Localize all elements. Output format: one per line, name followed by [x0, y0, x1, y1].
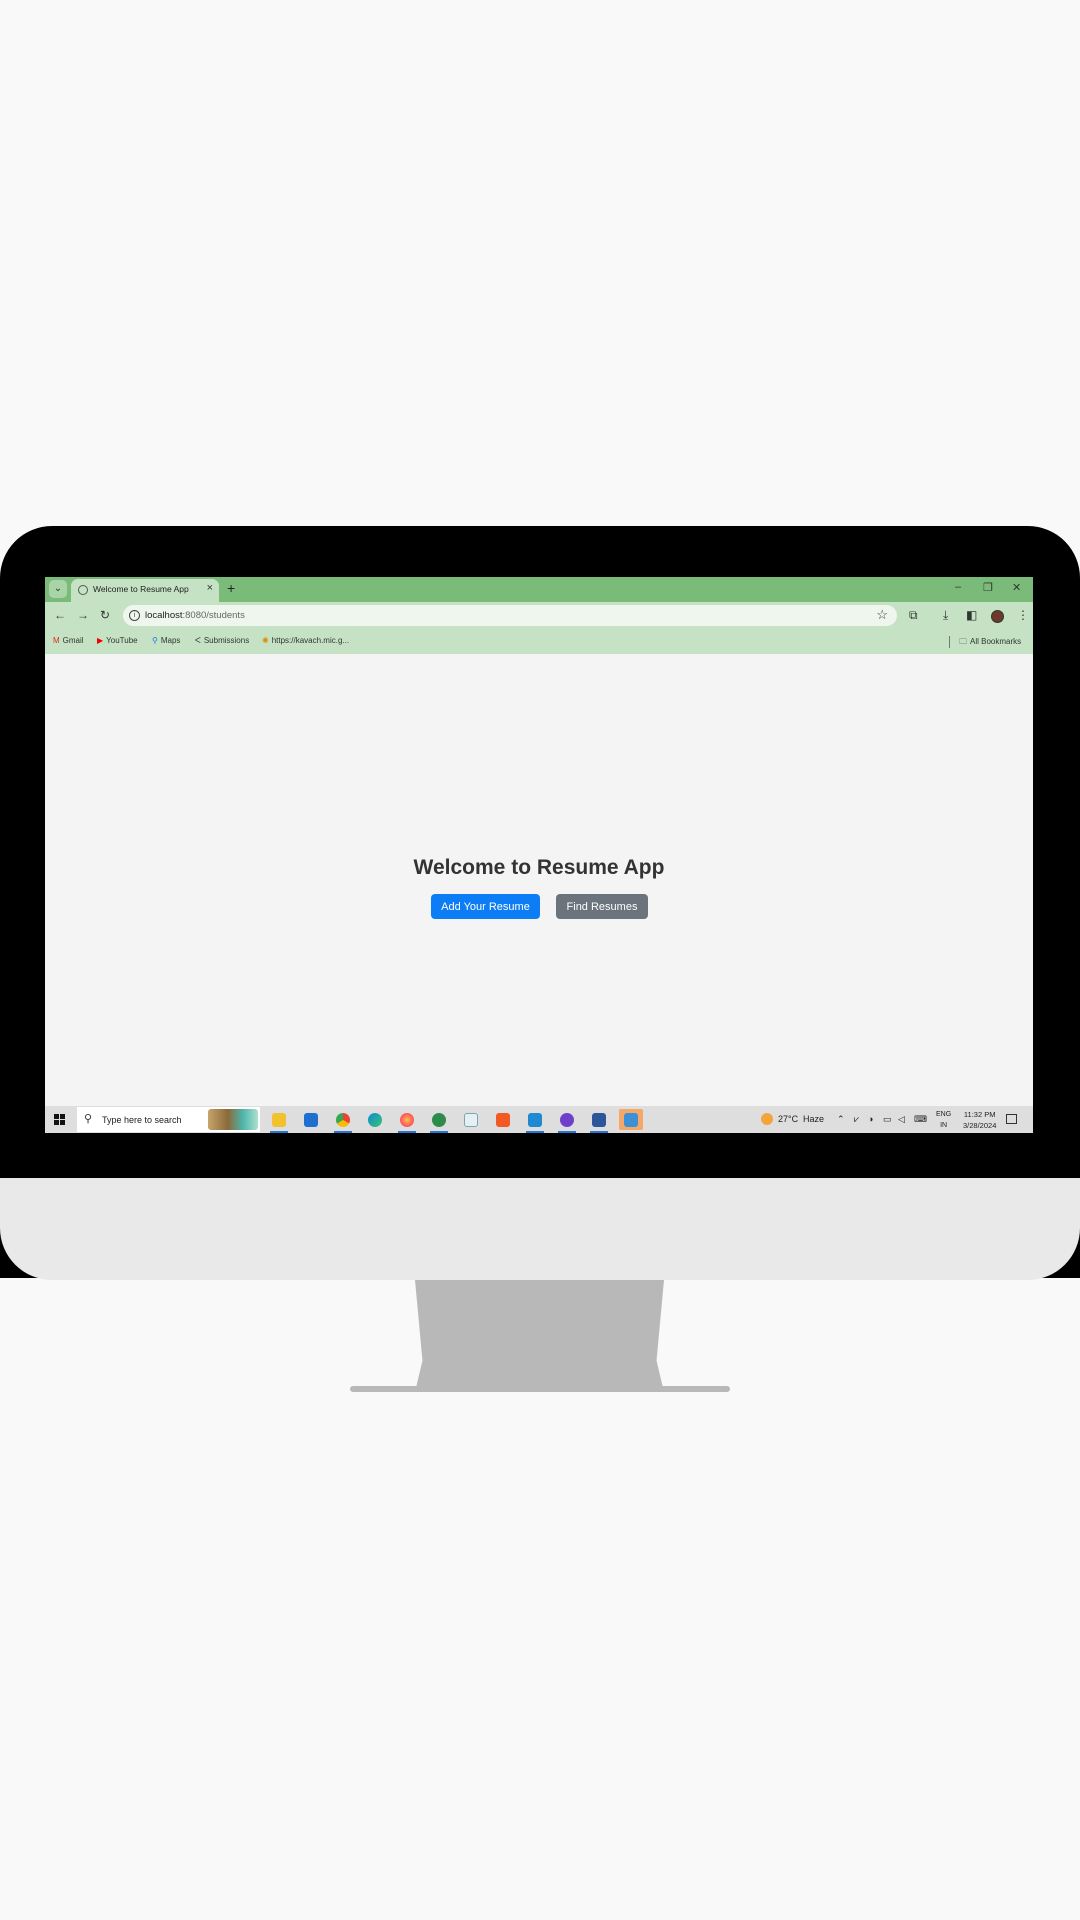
- windows-start-icon[interactable]: [54, 1114, 65, 1125]
- language-indicator[interactable]: ENG IN: [936, 1109, 951, 1131]
- restore-icon[interactable]: ❐: [983, 581, 993, 594]
- network-icon[interactable]: ⩗: [854, 1114, 859, 1125]
- lang-region: IN: [940, 1122, 948, 1129]
- bookmark-gmail[interactable]: M Gmail: [53, 636, 84, 645]
- search-icon: ⚲: [84, 1113, 93, 1125]
- clock[interactable]: 11:32 PM 3/28/2024: [963, 1109, 996, 1131]
- whatsapp-icon[interactable]: [427, 1109, 451, 1133]
- bookmark-label: YouTube: [106, 636, 138, 645]
- page-content: Welcome to Resume App Add Your Resume Fi…: [45, 654, 1033, 1106]
- lang-code: ENG: [936, 1111, 952, 1118]
- mail-icon[interactable]: [299, 1109, 323, 1130]
- address-bar[interactable]: i localhost:8080/students ☆: [123, 605, 897, 626]
- github-desktop-icon[interactable]: [555, 1109, 579, 1133]
- clock-time: 11:32 PM: [963, 1110, 996, 1119]
- weather-icon[interactable]: [761, 1113, 773, 1125]
- url-path: :8080/students: [182, 610, 245, 621]
- gmail-icon: M: [53, 636, 60, 645]
- new-tab-icon[interactable]: +: [227, 580, 235, 596]
- firefox-icon[interactable]: [395, 1109, 419, 1133]
- bookmark-kavach[interactable]: ✺ https://kavach.mic.g...: [262, 636, 349, 645]
- youtube-icon: ▶: [97, 636, 104, 645]
- browser-toolbar: ← → ↻ i localhost:8080/students ☆ ⧉ ⤓ ◧ …: [45, 602, 1033, 631]
- weather-desc[interactable]: Haze: [803, 1114, 824, 1124]
- bookmark-label: Submissions: [203, 636, 250, 645]
- bookmarks-bar: M Gmail ▶ YouTube ⚲ Maps ᐸ Submissions ✺ http…: [45, 631, 1033, 654]
- chrome-icon[interactable]: [331, 1109, 355, 1133]
- monitor-base: [350, 1386, 730, 1392]
- monitor-stand: [415, 1280, 664, 1392]
- side-panel-icon[interactable]: ◧: [966, 608, 977, 622]
- close-window-icon[interactable]: ✕: [1012, 581, 1021, 594]
- forward-icon[interactable]: →: [77, 608, 89, 622]
- meet-icon[interactable]: ◑: [868, 1114, 873, 1124]
- tab-strip: ⌄ Welcome to Resume App × + – ❐ ✕: [45, 577, 1033, 602]
- bookmark-youtube[interactable]: ▶ YouTube: [97, 636, 138, 645]
- url-host: localhost: [145, 610, 183, 621]
- bookmark-submissions[interactable]: ᐸ Submissions: [195, 636, 249, 645]
- all-bookmarks[interactable]: 🗀 All Bookmarks: [959, 636, 1021, 650]
- back-icon[interactable]: ←: [54, 608, 66, 622]
- clock-date: 3/28/2024: [963, 1121, 997, 1130]
- bookmark-label: Maps: [160, 636, 181, 645]
- battery-icon[interactable]: ▭: [883, 1114, 892, 1125]
- app-store-icon[interactable]: [459, 1109, 483, 1130]
- bookmark-label: Gmail: [62, 636, 84, 645]
- bookmark-star-icon[interactable]: ☆: [876, 607, 888, 623]
- tab-title: Welcome to Resume App: [93, 584, 189, 594]
- url-text[interactable]: localhost:8080/students: [145, 610, 245, 621]
- extensions-icon[interactable]: ⧉: [909, 608, 918, 623]
- tab-search-icon[interactable]: ⌄: [49, 580, 67, 598]
- download-icon[interactable]: ⤓: [943, 608, 948, 623]
- word-icon[interactable]: [587, 1109, 611, 1133]
- site-info-icon[interactable]: i: [129, 610, 140, 621]
- notification-icon[interactable]: [1006, 1114, 1017, 1124]
- search-highlight-image: [208, 1109, 258, 1130]
- taskbar-search[interactable]: ⚲ Type here to search: [77, 1107, 260, 1132]
- edge-icon[interactable]: [363, 1109, 387, 1130]
- maps-icon: ⚲: [152, 636, 158, 645]
- menu-kebab-icon[interactable]: ⋮: [1017, 608, 1029, 622]
- page-title: Welcome to Resume App: [413, 856, 665, 879]
- folder-icon: 🗀: [959, 637, 967, 646]
- find-resumes-button[interactable]: Find Resumes: [556, 894, 648, 919]
- reload-icon[interactable]: ↻: [100, 608, 110, 622]
- add-resume-button[interactable]: Add Your Resume: [431, 894, 540, 919]
- profile-avatar[interactable]: [991, 610, 1004, 623]
- tab-active[interactable]: Welcome to Resume App ×: [71, 579, 219, 602]
- bookmark-label: https://kavach.mic.g...: [271, 636, 350, 645]
- weather-temp[interactable]: 27°C: [778, 1114, 798, 1124]
- photos-icon[interactable]: [619, 1109, 643, 1130]
- minimize-icon[interactable]: –: [955, 581, 961, 593]
- close-tab-icon[interactable]: ×: [207, 582, 213, 594]
- keyboard-icon[interactable]: ⌨: [914, 1114, 927, 1125]
- search-placeholder: Type here to search: [102, 1115, 182, 1125]
- bookmarks-divider: [949, 636, 950, 648]
- chevron-up-icon[interactable]: ⌃: [837, 1114, 845, 1125]
- globe-icon: [78, 585, 88, 595]
- all-bookmarks-label: All Bookmarks: [970, 637, 1022, 646]
- taskbar: ⚲ Type here to search 27°C Haze ⌃ ⩗ ◑ ▭ …: [45, 1106, 1033, 1133]
- kavach-icon: ✺: [262, 636, 269, 645]
- brave-icon[interactable]: [491, 1109, 515, 1130]
- submissions-icon: ᐸ: [195, 636, 201, 645]
- bookmark-maps[interactable]: ⚲ Maps: [152, 636, 180, 645]
- volume-icon[interactable]: ◁: [898, 1114, 905, 1125]
- vscode-icon[interactable]: [523, 1109, 547, 1133]
- file-explorer-icon[interactable]: [267, 1109, 291, 1133]
- screen: ⌄ Welcome to Resume App × + – ❐ ✕ ← → ↻ …: [45, 577, 1033, 1133]
- monitor-chin: [0, 1178, 1080, 1280]
